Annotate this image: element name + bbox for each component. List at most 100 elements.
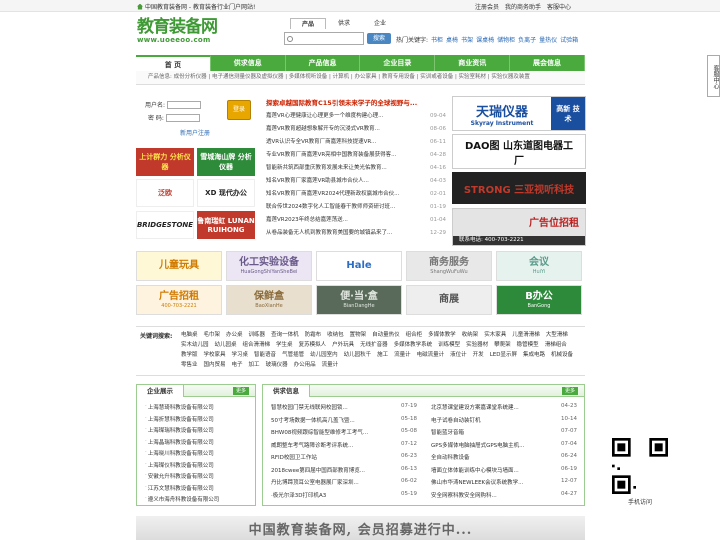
keyword-link[interactable]: 滑梯组合 (545, 341, 567, 349)
ad-skyray[interactable]: 天瑞仪器 Skyray Instrument 高新 技术 (452, 96, 586, 131)
keyword-link[interactable]: 气管插管 (282, 351, 304, 359)
ad-daotu[interactable]: DAO图 山东道图电器工厂 (452, 134, 586, 169)
username-input[interactable] (167, 100, 202, 109)
hot-keyword[interactable]: 课桌椅 (476, 35, 494, 44)
login-button[interactable]: 登录 (227, 100, 251, 120)
company-item[interactable]: · 江苏文慧科教设备有限公司 (145, 484, 214, 492)
ad-strong[interactable]: STRONG 三亚视听科技 (452, 172, 586, 204)
nav-supply[interactable]: 供求信息 (211, 55, 286, 71)
home-icon[interactable] (137, 3, 143, 10)
company-item[interactable]: · 安徽允升科教设备有限公司 (145, 472, 214, 480)
news-item[interactable]: 专业VR教育厂商嘉莲VR亮相中国教育装备展获得客... 04-28 (266, 150, 446, 162)
ad-for-rent[interactable]: 广告位招租 联系电话: 400-703-2221 (452, 208, 586, 246)
keyword-link[interactable]: 户外玩具 (332, 341, 354, 349)
keyword-link[interactable]: 学生桌 (276, 341, 293, 349)
register-link[interactable]: 新用户注册 (180, 128, 210, 137)
supply-more-button[interactable]: 更多 (561, 387, 578, 395)
keyword-link[interactable]: 智能语音 (254, 351, 276, 359)
category-banner[interactable]: 便·当·盒 BianDangHe (316, 285, 402, 315)
keyword-link[interactable]: 置物架 (350, 331, 367, 339)
keyword-link[interactable]: 实木家具 (484, 331, 506, 339)
keyword-link[interactable]: 办公用品 (294, 361, 316, 369)
keyword-link[interactable]: 稳管模型 (517, 341, 539, 349)
news-item[interactable]: 嘉莲VR心理健康让心理更多一个维度构建心理... 09-04 (266, 111, 446, 123)
service-center-link[interactable]: 客服中心 (547, 2, 571, 11)
company-item[interactable]: · 上海璨仪科教设备有限公司 (145, 461, 214, 469)
keyword-link[interactable]: 幼儿园桌 (215, 341, 237, 349)
category-banner[interactable]: 商务服务 ShangWuFuWu (406, 251, 492, 281)
supply-item[interactable]: RFID校园卫工作站 06-23 (271, 453, 417, 461)
supply-item[interactable]: GPS多媒体电脑抽屉式GPS电脑主机... 07-04 (431, 441, 577, 449)
hot-keyword[interactable]: 试验箱 (560, 35, 578, 44)
keyword-link[interactable]: 办公桌 (226, 331, 243, 339)
search-tab-supply[interactable]: 供求 (326, 18, 362, 29)
logo-tile[interactable]: 泛欧 (136, 179, 194, 207)
keyword-link[interactable]: 训练器 (249, 331, 266, 339)
keyword-link[interactable]: 组合滑滑梯 (243, 341, 271, 349)
logo-tile[interactable]: 上计群力 分析仪器 (136, 148, 194, 176)
supply-item[interactable]: 电子试卷自动装钉机 10-14 (431, 416, 577, 424)
member-recruit-banner[interactable]: 中国教育装备网, 会员招募进行中... (136, 516, 585, 540)
keyword-link[interactable]: 实验器材 (466, 341, 488, 349)
nav-exhibitions[interactable]: 展会信息 (510, 55, 585, 71)
category-banner[interactable]: Hale (316, 251, 402, 281)
keyword-link[interactable]: 开发 (473, 351, 484, 359)
search-tab-company[interactable]: 企业 (362, 18, 398, 29)
company-item[interactable]: · 上海璨瑞科教设备有限公司 (145, 426, 214, 434)
search-button[interactable]: 搜索 (367, 33, 391, 44)
category-banner[interactable]: 化工实验设备 HuaGongShiYanSheBei (226, 251, 312, 281)
keyword-link[interactable]: 攀爬架 (494, 341, 511, 349)
keyword-link[interactable]: 复苏模拟人 (299, 341, 327, 349)
keyword-link[interactable]: 集成电路 (523, 351, 545, 359)
customer-service-panel[interactable]: 客服中心 (707, 55, 720, 97)
keyword-link[interactable]: 查询一体机 (271, 331, 299, 339)
supply-item[interactable]: 全自动科教设备 06-24 (431, 453, 577, 461)
keyword-link[interactable]: 零售业 (181, 361, 198, 369)
supply-item[interactable]: 佛山市华涛NEWLEEK会议系统教学... 12-07 (431, 478, 577, 486)
logo-tile[interactable]: BRIDGESTONE (136, 211, 194, 239)
company-more-button[interactable]: 更多 (232, 387, 249, 395)
news-item[interactable]: 嘉莲VR2023年终总结嘉莲荡送... 01-04 (266, 215, 446, 227)
logo-tile[interactable]: XD 现代办公 (197, 179, 255, 207)
hot-keyword[interactable]: 量热仪 (539, 35, 557, 44)
keyword-link[interactable]: 学校家具 (204, 351, 226, 359)
keyword-link[interactable]: 大型滑梯 (546, 331, 568, 339)
hot-keyword[interactable]: 储物柜 (497, 35, 515, 44)
category-banner[interactable]: 会议 HuiYi (496, 251, 582, 281)
keyword-link[interactable]: 施工 (377, 351, 388, 359)
news-item[interactable]: 智能新共筑西部重庆教育发展未来让美光佑教育... 04-16 (266, 163, 446, 175)
mobile-access-label[interactable]: 手机访问 (612, 497, 668, 506)
category-banner[interactable]: 保鲜盒 BaoXianHe (226, 285, 312, 315)
keyword-link[interactable]: 收纳架 (462, 331, 479, 339)
logo-tile[interactable]: 鲁南瑞虹 LUNAN RUIHONG (197, 211, 255, 239)
keyword-link[interactable]: 自动量热仪 (372, 331, 400, 339)
company-item[interactable]: · 上海晶瑞科教设备有限公司 (145, 438, 214, 446)
hot-keyword[interactable]: 负离子 (518, 35, 536, 44)
keyword-link[interactable]: 多媒体教学系统 (394, 341, 433, 349)
keyword-link[interactable]: LED显示屏 (490, 351, 517, 359)
nav-products[interactable]: 产品信息 (286, 55, 361, 71)
keyword-link[interactable]: 电磁流量计 (417, 351, 445, 359)
password-input[interactable] (165, 113, 200, 122)
supply-item[interactable]: 50寸考场数据一体机高几盖飞暨... 05-18 (271, 416, 417, 424)
supply-item[interactable]: BHW08视频跟综智能型维修考工考气... 05-08 (271, 428, 417, 436)
company-item[interactable]: · 上海晓川科教设备有限公司 (145, 449, 214, 457)
keyword-link[interactable]: 流量计 (394, 351, 411, 359)
news-item[interactable]: 嘉莲VR教育超越想象解开专的沉浸式VR教育... 08-06 (266, 124, 446, 136)
keyword-link[interactable]: 毛巾架 (204, 331, 221, 339)
supply-item[interactable]: 墙面立体体能训练中心模块马墙面... 06-19 (431, 466, 577, 474)
keyword-link[interactable]: 实木幼儿园 (181, 341, 209, 349)
keyword-link[interactable]: 流量计 (322, 361, 339, 369)
news-item[interactable]: 透VR认识专全VR教育厂商嘉莲科技提速VR... 06-11 (266, 137, 446, 149)
category-banner[interactable]: 儿童玩具 (136, 251, 222, 281)
keyword-link[interactable]: 机械设备 (551, 351, 573, 359)
business-assistant-link[interactable]: 我的商务助手 (505, 2, 541, 11)
logo-tile[interactable]: 雪城海山牌 分析仪器 (197, 148, 255, 176)
keyword-link[interactable]: 电脑桌 (181, 331, 198, 339)
product-category-bar[interactable]: 产品信息: 成份分析仪器 | 电子通信测量仪器及虚拟仪器 | 多媒体视听设备 |… (136, 71, 585, 85)
keyword-link[interactable]: 学习桌 (232, 351, 249, 359)
news-item[interactable]: 联合传世2024数字化人工智能春干教师师资研讨班... 01-19 (266, 202, 446, 214)
company-item[interactable]: · 上海慧琦科教设备有限公司 (145, 403, 214, 411)
site-logo[interactable]: 教育装备网 www.uoeeoo.com (137, 18, 227, 48)
keyword-link[interactable]: 防霜布 (305, 331, 322, 339)
